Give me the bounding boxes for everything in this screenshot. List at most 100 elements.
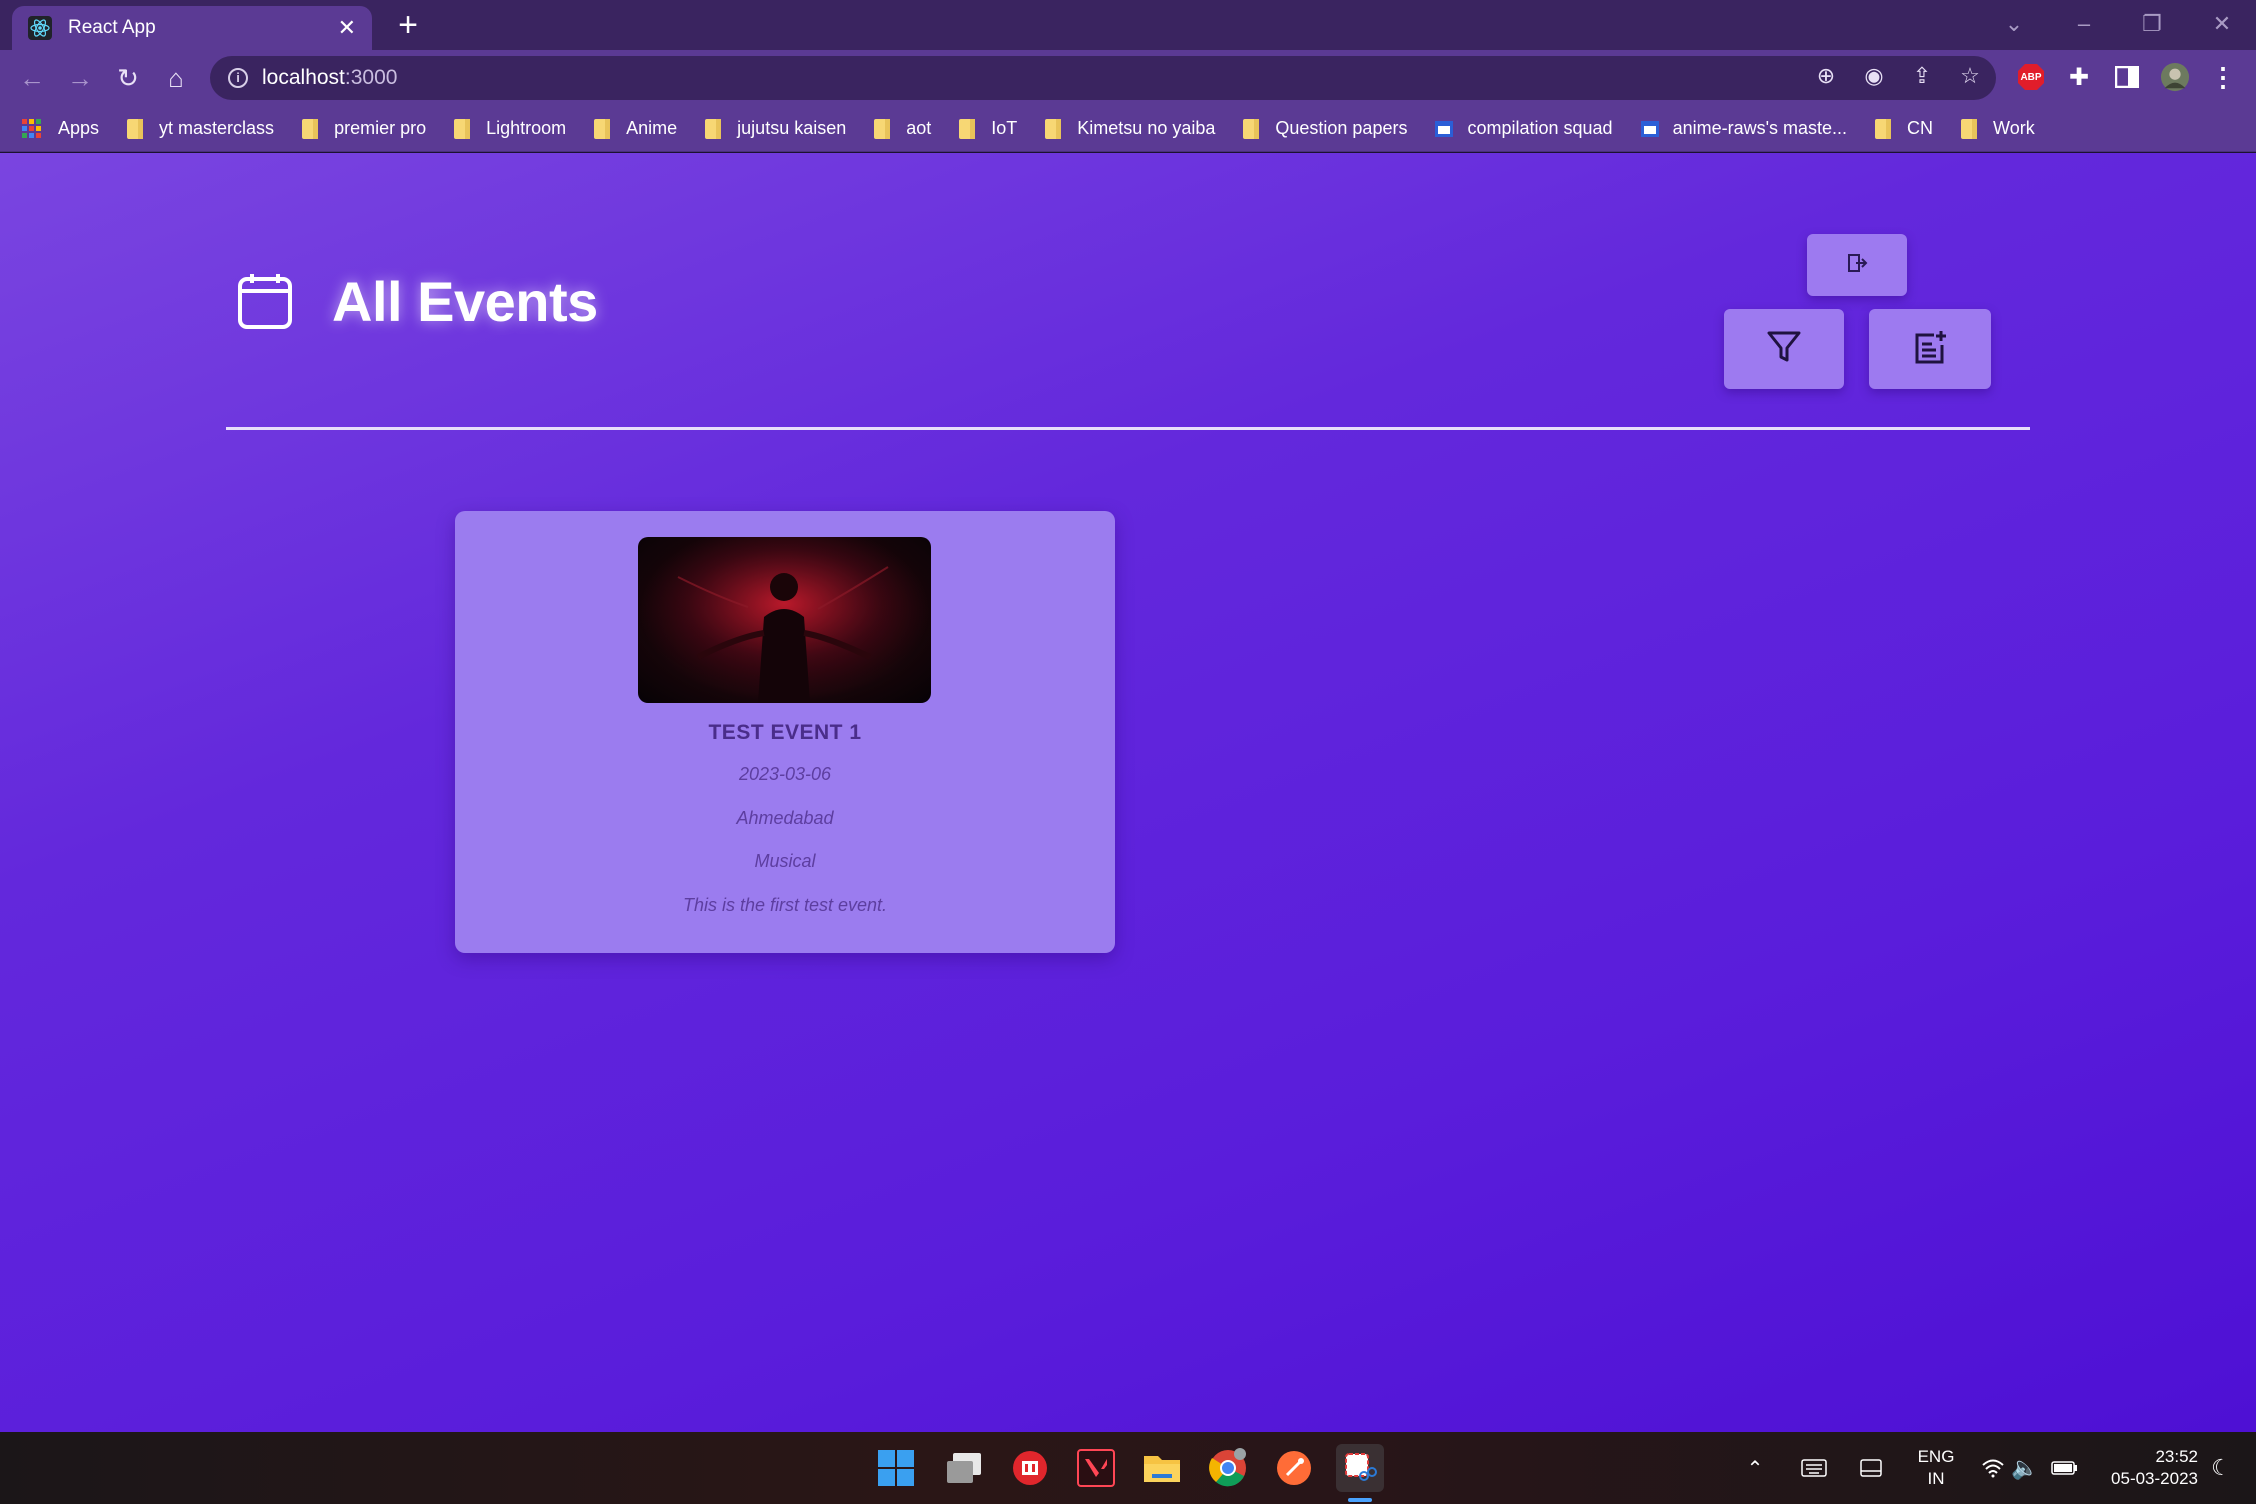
tab-title: React App (68, 17, 156, 38)
bookmark-folder[interactable]: Question papers (1243, 118, 1407, 139)
bookmark-label: Question papers (1275, 118, 1408, 138)
bookmark-folder[interactable]: Work (1961, 118, 2035, 139)
profile-avatar[interactable] (2160, 62, 2190, 92)
folder-icon (454, 118, 471, 139)
browser-tab-strip: React App ✕ + ⌄ – ❐ ✕ (0, 0, 2256, 50)
folder-icon (302, 118, 319, 139)
apps-grid-icon (22, 118, 42, 139)
bookmark-label: anime-raws's maste... (1672, 118, 1848, 138)
touchpad-icon[interactable] (1856, 1432, 1886, 1504)
language-indicator[interactable]: ENG IN (1906, 1432, 1966, 1504)
page-header: All Events (236, 269, 598, 334)
valorant-icon[interactable] (1072, 1444, 1120, 1492)
task-view-icon[interactable] (940, 1444, 988, 1492)
bookmark-site[interactable]: anime-raws's maste... (1640, 118, 1848, 139)
window-close-icon[interactable]: ✕ (2202, 6, 2242, 42)
adblock-badge: ABP (2020, 71, 2042, 83)
calendar-icon (236, 273, 294, 331)
bookmark-apps[interactable]: Apps (22, 118, 99, 139)
react-icon (28, 16, 52, 40)
event-description: This is the first test event. (682, 895, 888, 915)
volume-icon[interactable]: 🔈 (2010, 1432, 2040, 1504)
folder-icon (1875, 118, 1892, 139)
page-title: All Events (332, 270, 598, 333)
site-icon (1435, 120, 1454, 137)
new-tab-button[interactable]: + (390, 8, 426, 44)
windows-taskbar: ⌃ ENG IN 🔈 23:52 05-03-2023 ☾ (0, 1432, 2256, 1504)
bookmark-folder[interactable]: premier pro (302, 118, 426, 139)
back-icon[interactable]: ← (14, 60, 50, 96)
bookmark-label: compilation squad (1467, 118, 1613, 138)
folder-icon (594, 118, 611, 139)
folder-icon (127, 118, 144, 139)
bookmark-site[interactable]: compilation squad (1435, 118, 1613, 139)
bookmark-star-icon[interactable]: ☆ (1954, 60, 1986, 92)
file-explorer-icon[interactable] (1138, 1444, 1186, 1492)
tab-search-icon[interactable]: ⌄ (1994, 6, 2034, 42)
bookmark-folder[interactable]: Anime (594, 118, 677, 139)
browser-toolbar: ← → ↻ ⌂ i localhost:3000 ⊕ ◉ ⇪ ☆ ABP ✚ ⋮ (0, 50, 2256, 106)
bookmark-label: Lightroom (486, 118, 567, 138)
wifi-icon[interactable] (1978, 1432, 2008, 1504)
windows-start-icon[interactable] (872, 1444, 920, 1492)
url-host: localhost (262, 66, 345, 89)
forward-icon[interactable]: → (62, 60, 98, 96)
events-page: All Events TEST EVENT 1 2023-03-06 Ahmed… (0, 153, 2256, 1432)
snipping-tool-icon[interactable] (1336, 1444, 1384, 1492)
bookmark-label: Anime (626, 118, 678, 138)
active-app-indicator (1348, 1498, 1372, 1502)
focus-assist-icon[interactable]: ☾ (2206, 1432, 2236, 1504)
bookmark-folder[interactable]: yt masterclass (127, 118, 274, 139)
postman-icon[interactable] (1270, 1444, 1318, 1492)
browser-tab[interactable]: React App ✕ (12, 6, 372, 50)
zoom-icon[interactable]: ⊕ (1810, 60, 1842, 92)
bookmark-folder[interactable]: IoT (959, 118, 1017, 139)
clock[interactable]: 23:52 05-03-2023 (2094, 1432, 2198, 1504)
filter-button[interactable] (1724, 309, 1844, 389)
bookmark-folder[interactable]: CN (1875, 118, 1933, 139)
bookmark-label: premier pro (334, 118, 427, 138)
event-city: Ahmedabad (736, 808, 834, 828)
eye-icon[interactable]: ◉ (1858, 60, 1890, 92)
minimize-icon[interactable]: – (2064, 6, 2104, 42)
reload-icon[interactable]: ↻ (110, 60, 146, 96)
bookmark-folder[interactable]: Lightroom (454, 118, 566, 139)
clock-time: 23:52 (2155, 1447, 2198, 1466)
header-divider (226, 427, 2030, 430)
bookmark-label: yt masterclass (159, 118, 275, 138)
riot-client-icon[interactable] (1006, 1444, 1054, 1492)
url-port: :3000 (344, 66, 398, 89)
folder-icon (874, 118, 891, 139)
bookmark-label: IoT (991, 118, 1018, 138)
site-info-icon[interactable]: i (228, 68, 248, 88)
filter-icon (1766, 329, 1802, 370)
region-label: IN (1927, 1469, 1945, 1488)
chrome-icon[interactable] (1204, 1444, 1252, 1492)
logout-button[interactable] (1807, 234, 1907, 296)
address-bar[interactable]: i localhost:3000 (210, 56, 1996, 100)
extensions-puzzle-icon[interactable]: ✚ (2064, 62, 2094, 92)
site-icon (1640, 120, 1659, 137)
bookmark-label: CN (1907, 118, 1934, 138)
event-card[interactable]: TEST EVENT 1 2023-03-06 Ahmedabad Musica… (455, 511, 1115, 953)
show-hidden-icons[interactable]: ⌃ (1740, 1432, 1770, 1504)
share-icon[interactable]: ⇪ (1906, 60, 1938, 92)
add-event-button[interactable] (1869, 309, 1991, 389)
language-label: ENG (1917, 1447, 1955, 1466)
keyboard-icon[interactable] (1796, 1432, 1832, 1504)
bookmark-label: Work (1993, 118, 2035, 138)
bookmark-label: aot (906, 118, 932, 138)
battery-icon[interactable] (2048, 1432, 2082, 1504)
adblock-icon[interactable]: ABP (2016, 62, 2046, 92)
folder-icon (959, 118, 976, 139)
bookmark-label: Kimetsu no yaiba (1077, 118, 1216, 138)
clock-date: 05-03-2023 (2111, 1469, 2198, 1488)
bookmark-folder[interactable]: aot (874, 118, 931, 139)
restore-icon[interactable]: ❐ (2132, 6, 2172, 42)
side-panel-icon[interactable] (2112, 62, 2142, 92)
bookmark-folder[interactable]: jujutsu kaisen (705, 118, 846, 139)
close-tab-icon[interactable]: ✕ (338, 15, 356, 41)
bookmark-folder[interactable]: Kimetsu no yaiba (1045, 118, 1215, 139)
browser-menu-icon[interactable]: ⋮ (2208, 62, 2238, 92)
home-icon[interactable]: ⌂ (158, 60, 194, 96)
